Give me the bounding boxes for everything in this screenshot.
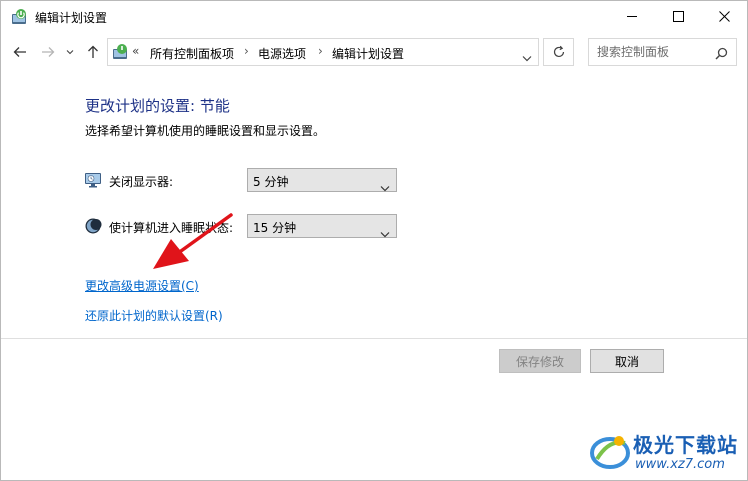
cancel-button[interactable]: 取消 bbox=[590, 349, 664, 373]
save-changes-button[interactable]: 保存修改 bbox=[499, 349, 581, 373]
search-icon[interactable] bbox=[715, 45, 728, 64]
back-button[interactable] bbox=[10, 41, 30, 63]
chevron-down-icon bbox=[380, 177, 390, 196]
page-description: 选择希望计算机使用的睡眠设置和显示设置。 bbox=[85, 124, 326, 138]
breadcrumb-power-options[interactable]: 电源选项 bbox=[258, 45, 306, 62]
arrow-right-icon bbox=[42, 47, 55, 57]
divider bbox=[1, 338, 747, 339]
window: 编辑计划设置 « 所有控制面板项 › 电源选项 › 编辑计划设置 搜索控制面板 … bbox=[0, 0, 748, 481]
page-heading: 更改计划的设置: 节能 bbox=[85, 97, 230, 115]
recent-locations-button[interactable] bbox=[63, 41, 77, 63]
up-button[interactable] bbox=[83, 41, 103, 63]
moon-icon bbox=[84, 217, 102, 235]
sleep-value: 15 分钟 bbox=[253, 221, 297, 235]
sleep-select[interactable]: 15 分钟 bbox=[247, 214, 397, 238]
refresh-button[interactable] bbox=[543, 38, 574, 66]
maximize-button[interactable] bbox=[655, 1, 701, 32]
breadcrumb-edit-plan[interactable]: 编辑计划设置 bbox=[332, 45, 404, 62]
monitor-icon bbox=[84, 171, 102, 189]
forward-button[interactable] bbox=[38, 41, 58, 63]
watermark-logo-icon bbox=[590, 436, 630, 469]
refresh-icon bbox=[553, 45, 564, 58]
watermark-title: 极光下载站 bbox=[633, 433, 738, 457]
sleep-label: 使计算机进入睡眠状态: bbox=[109, 221, 234, 235]
navigation-bar: « 所有控制面板项 › 电源选项 › 编辑计划设置 bbox=[1, 37, 747, 68]
address-bar[interactable]: « 所有控制面板项 › 电源选项 › 编辑计划设置 bbox=[107, 38, 539, 66]
watermark: 极光下载站 www.xz7.com bbox=[589, 429, 747, 479]
chevron-right-icon[interactable]: › bbox=[318, 44, 323, 58]
chevron-down-icon bbox=[66, 50, 74, 55]
power-options-icon bbox=[10, 8, 28, 26]
maximize-icon bbox=[672, 11, 684, 22]
window-title: 编辑计划设置 bbox=[35, 11, 108, 25]
control-panel-icon bbox=[111, 43, 129, 61]
minimize-button[interactable] bbox=[609, 1, 655, 32]
annotation-arrow bbox=[153, 213, 233, 269]
breadcrumb-all-items[interactable]: 所有控制面板项 bbox=[150, 45, 234, 62]
close-button[interactable] bbox=[701, 1, 747, 32]
search-box[interactable] bbox=[588, 38, 737, 66]
chevron-right-icon[interactable]: › bbox=[244, 44, 249, 58]
restore-defaults-link[interactable]: 还原此计划的默认设置(R) bbox=[85, 307, 223, 324]
search-input[interactable] bbox=[589, 39, 717, 65]
advanced-power-settings-link[interactable]: 更改高级电源设置(C) bbox=[85, 277, 199, 294]
close-icon bbox=[718, 11, 730, 22]
breadcrumb-overflow[interactable]: « bbox=[132, 44, 139, 58]
chevron-down-icon bbox=[380, 223, 390, 242]
display-off-select[interactable]: 5 分钟 bbox=[247, 168, 397, 192]
display-off-label: 关闭显示器: bbox=[109, 175, 174, 189]
arrow-up-icon bbox=[88, 45, 98, 58]
address-dropdown-icon[interactable] bbox=[522, 47, 532, 66]
display-off-value: 5 分钟 bbox=[253, 175, 289, 189]
watermark-url: www.xz7.com bbox=[635, 457, 725, 472]
minimize-icon bbox=[626, 16, 637, 17]
title-bar: 编辑计划设置 bbox=[1, 1, 747, 32]
arrow-left-icon bbox=[13, 47, 26, 57]
